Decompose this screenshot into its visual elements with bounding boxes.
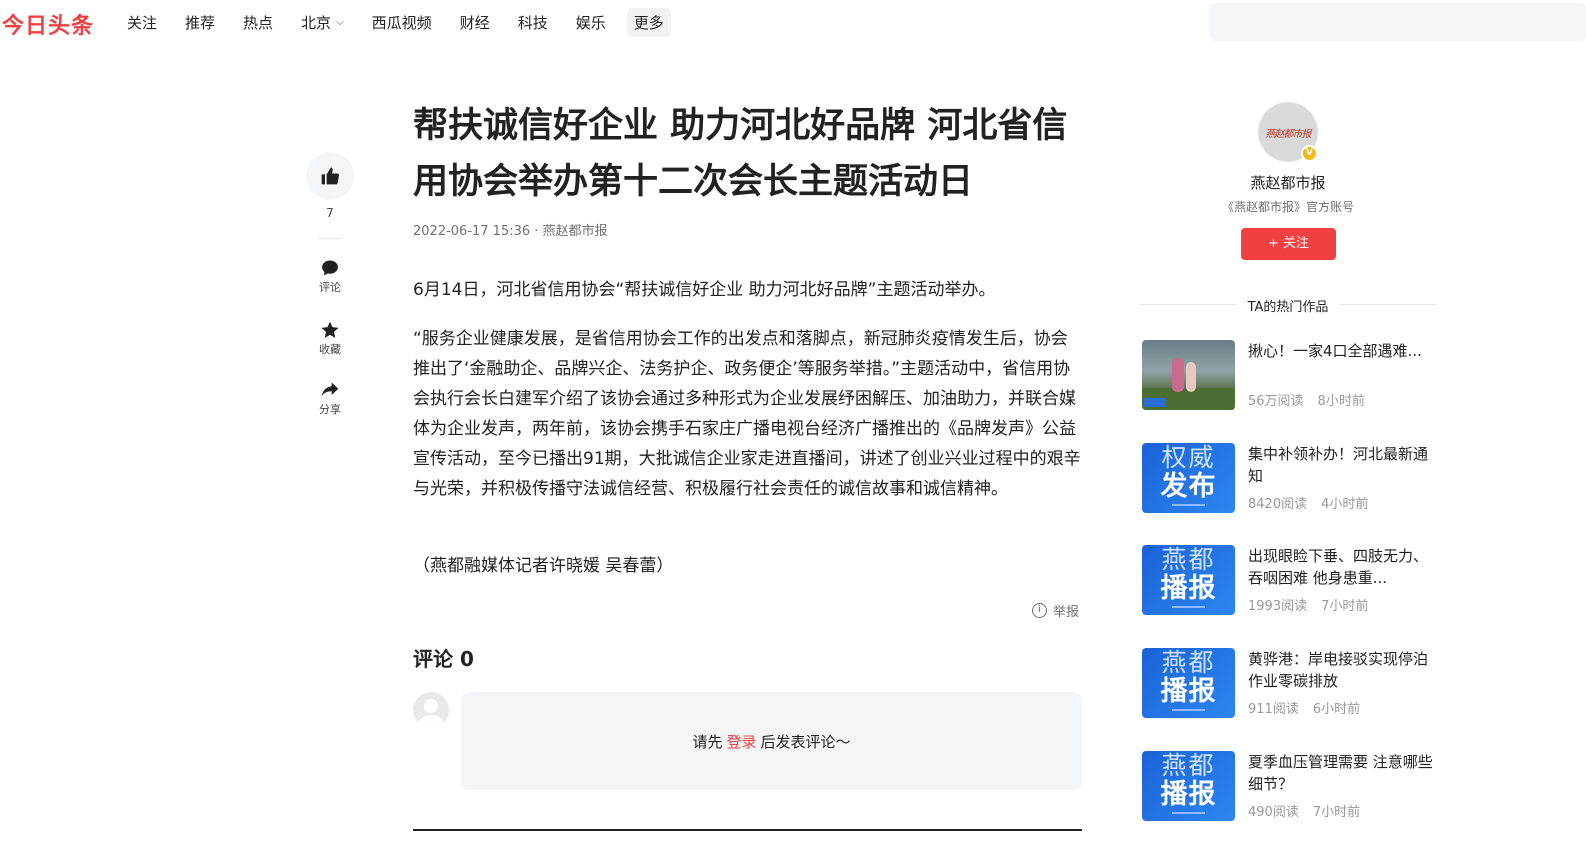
work-thumbnail: 燕都 播报 — [1142, 648, 1235, 718]
work-stats: 8420阅读 4小时前 — [1248, 493, 1368, 512]
thumb-text-bottom: 发布 — [1160, 471, 1217, 502]
section-divider — [413, 829, 1082, 831]
nav-item-tech[interactable]: 科技 — [511, 8, 555, 37]
thumb-text-top: 燕都 — [1161, 545, 1216, 574]
work-reads: 1993阅读 — [1248, 599, 1308, 614]
work-reads: 490阅读 — [1248, 805, 1299, 820]
chevron-down-icon: ⌵ — [336, 17, 344, 28]
work-time: 7小时前 — [1312, 805, 1361, 820]
work-title: 出现眼睑下垂、四肢无力、吞咽困难 他身患重... — [1248, 547, 1429, 587]
comment-icon — [322, 260, 338, 276]
hot-work-item[interactable]: 燕都 播报 夏季血压管理需要 注意哪些细节？ 490阅读 7小时前 — [1142, 751, 1436, 821]
collect-button[interactable]: 收藏 — [306, 320, 354, 357]
comments-heading: 评论 0 — [413, 647, 474, 671]
report-button[interactable]: i 举报 — [1032, 601, 1079, 620]
work-title: 黄骅港：岸电接驳实现停泊作业零碳排放 — [1248, 650, 1429, 690]
toolbar-divider — [318, 238, 342, 239]
author-avatar-logo-text: 燕赵都市报 — [1265, 128, 1312, 140]
nav-item-more[interactable]: 更多 — [626, 8, 671, 37]
hot-work-item[interactable]: 权威 发布 集中补领补办！河北最新通知 8420阅读 4小时前 — [1142, 443, 1436, 513]
nav-item-city[interactable]: 北京 ⌵ — [294, 8, 351, 37]
work-thumbnail: 燕都 播报 — [1142, 545, 1235, 615]
work-stats: 1993阅读 7小时前 — [1248, 595, 1368, 614]
follow-button[interactable]: + 关注 — [1241, 228, 1336, 260]
search-input[interactable] — [1210, 3, 1586, 41]
thumb-text-bottom: 播报 — [1160, 779, 1217, 810]
author-name[interactable]: 燕赵都市报 — [1140, 172, 1436, 193]
article-paragraph: “服务企业健康发展，是省信用协会工作的出发点和落脚点，新冠肺炎疫情发生后，协会推… — [413, 329, 1081, 499]
thumb-underline — [1172, 812, 1205, 814]
article-paragraph: 6月14日，河北省信用协会“帮扶诚信好企业 助力河北好品牌”主题活动举办。 — [413, 280, 996, 300]
nav-item-follow[interactable]: 关注 — [120, 8, 164, 37]
thumb-underline — [1172, 504, 1205, 506]
work-thumbnail: 权威 发布 — [1142, 443, 1235, 513]
nav-item-xigua-video[interactable]: 西瓜视频 — [365, 8, 439, 37]
share-button[interactable]: 分享 — [306, 380, 354, 417]
work-stats: 490阅读 7小时前 — [1248, 801, 1360, 820]
share-label: 分享 — [319, 403, 341, 416]
work-time: 6小时前 — [1312, 702, 1361, 717]
channel-nav: 关注 推荐 热点 北京 ⌵ 西瓜视频 财经 科技 娱乐 更多 — [120, 8, 685, 37]
nav-item-recommend[interactable]: 推荐 — [178, 8, 222, 37]
hot-work-item[interactable]: 燕都 播报 黄骅港：岸电接驳实现停泊作业零碳排放 911阅读 6小时前 — [1142, 648, 1436, 718]
work-stats: 911阅读 6小时前 — [1248, 698, 1360, 717]
work-stats: 56万阅读 8小时前 — [1248, 390, 1365, 409]
comment-label: 评论 — [319, 281, 341, 294]
work-time: 8小时前 — [1317, 394, 1365, 409]
nav-item-finance[interactable]: 财经 — [453, 8, 497, 37]
work-time: 7小时前 — [1321, 599, 1369, 614]
collect-label: 收藏 — [319, 343, 341, 356]
login-link[interactable]: 登录 — [726, 731, 756, 752]
thumb-text-bottom: 播报 — [1160, 676, 1217, 707]
hot-works-heading-label: TA的热门作品 — [1235, 300, 1341, 315]
comment-prompt-after: 后发表评论～ — [760, 732, 851, 751]
thumb-underline — [1172, 606, 1205, 608]
comment-input-box[interactable]: 请先 登录 后发表评论～ — [461, 692, 1082, 790]
report-label: 举报 — [1053, 605, 1080, 620]
thumb-underline — [1172, 709, 1205, 711]
comment-button[interactable]: 评论 — [306, 258, 354, 295]
thumb-figure — [1186, 362, 1196, 392]
hot-work-item[interactable]: 燕都 播报 出现眼睑下垂、四肢无力、吞咽困难 他身患重... 1993阅读 7小时… — [1142, 545, 1436, 615]
nav-item-city-label: 北京 — [301, 14, 332, 32]
verified-badge-icon: V — [1301, 145, 1318, 162]
author-avatar[interactable]: 燕赵都市报 V — [1258, 102, 1318, 162]
article-meta: 2022-06-17 15:36 · 燕赵都市报 — [413, 224, 608, 239]
info-icon: i — [1032, 603, 1047, 618]
user-avatar — [413, 692, 449, 728]
top-navigation-bar: 今日头条 关注 推荐 热点 北京 ⌵ 西瓜视频 财经 科技 娱乐 更多 — [0, 0, 1586, 44]
work-reads: 56万阅读 — [1248, 394, 1304, 409]
article-title: 帮扶诚信好企业 助力河北好品牌 河北省信用协会举办第十二次会长主题活动日 — [413, 106, 1068, 202]
like-button[interactable] — [306, 152, 354, 200]
work-thumbnail — [1142, 340, 1235, 410]
work-thumbnail: 燕都 播报 — [1142, 751, 1235, 821]
thumb-figure — [1172, 358, 1184, 392]
thumb-text-top: 燕都 — [1161, 648, 1216, 677]
star-icon — [321, 321, 339, 338]
comment-prompt-before: 请先 — [692, 732, 723, 751]
hot-works-heading: TA的热门作品 — [1140, 296, 1436, 315]
work-reads: 911阅读 — [1248, 702, 1299, 717]
article-paragraph: （燕都融媒体记者许晓媛 吴春蕾） — [413, 556, 674, 576]
nav-item-hot[interactable]: 热点 — [236, 8, 280, 37]
thumb-tag — [1144, 398, 1166, 407]
author-description: 《燕赵都市报》官方账号 — [1221, 200, 1354, 214]
work-title: 夏季血压管理需要 注意哪些细节？ — [1248, 753, 1433, 793]
thumbs-up-icon — [321, 167, 340, 185]
work-time: 4小时前 — [1321, 497, 1369, 512]
work-title: 集中补领补办！河北最新通知 — [1248, 445, 1429, 485]
thumb-text-bottom: 播报 — [1160, 573, 1217, 604]
work-title: 揪心！一家4口全部遇难... — [1248, 342, 1422, 360]
work-reads: 8420阅读 — [1248, 497, 1308, 512]
share-icon — [321, 382, 339, 397]
nav-item-entertainment[interactable]: 娱乐 — [569, 8, 613, 37]
site-logo[interactable]: 今日头条 — [2, 8, 94, 40]
like-count: 7 — [326, 206, 334, 220]
hot-work-item[interactable]: 揪心！一家4口全部遇难... 56万阅读 8小时前 — [1142, 340, 1436, 410]
thumb-text-top: 权威 — [1161, 443, 1216, 472]
thumb-text-top: 燕都 — [1161, 751, 1216, 780]
